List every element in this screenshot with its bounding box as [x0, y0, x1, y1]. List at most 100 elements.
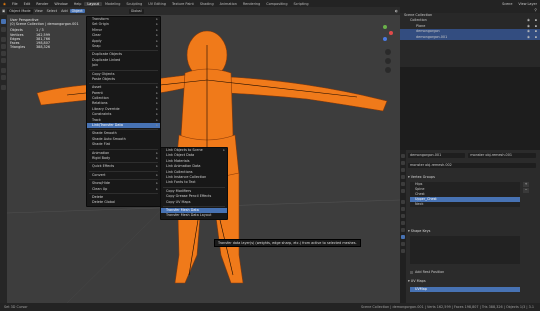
submenu-arrow-icon: ▸ — [156, 186, 158, 191]
modifier-tab-icon[interactable] — [401, 207, 405, 211]
scene-tab-icon[interactable] — [401, 182, 405, 186]
menu-item-label: Rigid Body — [92, 155, 111, 160]
outliner: ⚲ Scene Collection Collection ◉ ▪ Plane ◉ ▪ dem… — [400, 7, 540, 67]
pan-icon[interactable] — [385, 58, 391, 64]
menu-view[interactable]: View — [33, 9, 45, 13]
object-tab-icon[interactable] — [401, 200, 405, 204]
menu-item-snap[interactable]: Snap ▸ — [87, 44, 160, 49]
transform-icon[interactable] — [1, 58, 6, 63]
mesh-data-field[interactable]: monster obj-remesh.002 — [408, 163, 536, 168]
submenu-item-transfer-mesh-data-layout[interactable]: Transfer Mesh Data Layout — [161, 213, 227, 218]
menu-separator — [163, 205, 225, 207]
render-camera-icon[interactable]: ▪ — [535, 35, 537, 40]
remove-vertex-group-icon[interactable]: − — [523, 188, 529, 193]
view-layer-selector[interactable]: View Layer — [515, 2, 540, 6]
measure-icon[interactable] — [1, 75, 6, 80]
menu-object[interactable]: Object — [69, 9, 85, 13]
material-tab-icon[interactable] — [401, 242, 405, 246]
blender-logo-icon[interactable]: ◉ — [0, 2, 9, 6]
physics-tab-icon[interactable] — [401, 221, 405, 225]
menu-item-label: Snap — [92, 43, 101, 48]
menu-separator — [89, 179, 158, 181]
menu-item-rigid-body[interactable]: Rigid Body ▸ — [87, 156, 160, 161]
submenu-arrow-icon: ▸ — [156, 155, 158, 160]
viewport-shading-icon[interactable]: ◐ — [393, 9, 400, 13]
select-box-icon[interactable] — [1, 19, 6, 24]
editor-type-icon[interactable]: ▣ — [0, 9, 7, 13]
uv-map-row[interactable]: UVMap — [410, 287, 520, 292]
annotate-icon[interactable] — [1, 68, 6, 73]
camera-view-icon[interactable] — [385, 67, 391, 73]
world-tab-icon[interactable] — [401, 189, 405, 193]
visibility-eye-icon[interactable]: ◉ — [527, 35, 530, 40]
object-name-field[interactable]: demongorgon.001 — [408, 153, 466, 158]
menu-select[interactable]: Select — [45, 9, 59, 13]
menu-item-clean-up[interactable]: Clean Up ▸ — [87, 187, 160, 192]
constraints-tab-icon[interactable] — [401, 228, 405, 232]
axis-y-icon[interactable] — [383, 25, 387, 29]
menu-separator — [89, 83, 158, 85]
vertex-group-list: Hips Spine Chest Upper_Chest Neck — [410, 182, 520, 207]
checkbox[interactable] — [410, 270, 413, 274]
menu-item-delete-global[interactable]: Delete Global — [87, 200, 160, 205]
cursor-icon[interactable] — [1, 27, 6, 32]
render-tab-icon[interactable] — [401, 161, 405, 165]
menu-add[interactable]: Add — [59, 9, 70, 13]
zoom-icon[interactable] — [385, 49, 391, 55]
add-cube-icon[interactable] — [1, 85, 6, 90]
menu-window[interactable]: Window — [51, 2, 70, 6]
tab-compositing[interactable]: Compositing — [263, 2, 290, 6]
submenu-arrow-icon: ▸ — [156, 123, 158, 128]
texture-tab-icon[interactable] — [401, 249, 405, 253]
add-rest-position[interactable]: Add Rest Position — [410, 270, 444, 274]
scene-selector[interactable]: Scene — [499, 2, 515, 6]
viewport-stats: User Perspective (0) Scene Collection | … — [10, 18, 79, 49]
menu-render[interactable]: Render — [33, 2, 51, 6]
rotate-icon[interactable] — [1, 44, 6, 49]
outliner-row[interactable]: demongorgon.001 ◉ ▪ — [400, 34, 540, 40]
axis-x-icon[interactable] — [389, 31, 393, 35]
tab-uv-editing[interactable]: UV Editing — [145, 2, 169, 6]
menu-help[interactable]: Help — [71, 2, 85, 6]
submenu-item-copy-uv-maps[interactable]: Copy UV Maps — [161, 200, 227, 205]
filter-icon[interactable]: ⚲ — [535, 8, 537, 12]
orientation-selector[interactable]: Global — [128, 8, 144, 14]
particles-tab-icon[interactable] — [401, 214, 405, 218]
mesh-name-field[interactable]: monster obj-remesh.001 — [468, 153, 536, 158]
menu-item-join[interactable]: Join — [87, 63, 160, 68]
shape-keys-title: Shape Keys — [410, 229, 431, 233]
menu-file[interactable]: File — [9, 2, 21, 6]
tool-tab-icon[interactable] — [401, 154, 405, 158]
navigation-gizmo[interactable] — [375, 23, 395, 43]
add-vertex-group-icon[interactable]: + — [523, 182, 529, 187]
top-bar: ◉ File Edit Render Window Help Layout Mo… — [0, 0, 540, 7]
shape-keys-panel[interactable]: ▾ Shape Keys — [408, 228, 430, 234]
move-icon[interactable] — [1, 37, 6, 42]
axis-z-icon[interactable] — [383, 37, 387, 41]
output-tab-icon[interactable] — [401, 168, 405, 172]
tab-texture-paint[interactable]: Texture Paint — [169, 2, 197, 6]
menu-separator — [89, 129, 158, 131]
tab-modeling[interactable]: Modeling — [102, 2, 123, 6]
tab-rendering[interactable]: Rendering — [240, 2, 263, 6]
menu-edit[interactable]: Edit — [21, 2, 34, 6]
menu-item-link-transfer-data[interactable]: Link/Transfer Data ▸ — [87, 123, 160, 129]
tab-shading[interactable]: Shading — [197, 2, 217, 6]
mode-selector[interactable]: Object Mode — [7, 8, 33, 14]
mesh-data-tab-icon[interactable] — [401, 235, 405, 239]
menu-item-shade-flat[interactable]: Shade Flat — [87, 142, 160, 147]
tab-scripting[interactable]: Scripting — [291, 2, 312, 6]
vertex-groups-panel[interactable]: ▾ Vertex Groups — [408, 174, 435, 180]
menu-item-quick-effects[interactable]: Quick Effects ▸ — [87, 164, 160, 169]
tab-sculpting[interactable]: Sculpting — [123, 2, 145, 6]
menu-item-label: Join — [92, 63, 99, 68]
menu-item-paste-objects[interactable]: Paste Objects — [87, 77, 160, 82]
scale-icon[interactable] — [1, 51, 6, 56]
tab-layout[interactable]: Layout — [84, 1, 102, 6]
view-layer-tab-icon[interactable] — [401, 175, 405, 179]
menu-item-convert[interactable]: Convert ▸ — [87, 173, 160, 178]
tab-animation[interactable]: Animation — [217, 2, 240, 6]
vertex-group-row[interactable]: Neck — [410, 202, 520, 207]
uv-maps-panel[interactable]: ▾ UV Maps — [408, 278, 426, 284]
submenu-item-link-fonts-to-text[interactable]: Link Fonts to Text — [161, 180, 227, 185]
